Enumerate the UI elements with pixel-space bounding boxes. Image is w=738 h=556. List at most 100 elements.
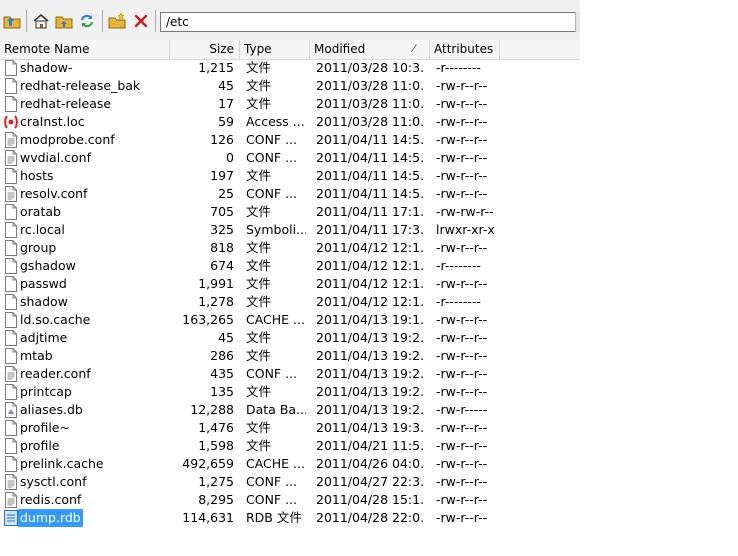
- home-icon[interactable]: [31, 11, 51, 31]
- file-attributes: lrwxr-xr-x: [436, 222, 495, 237]
- file-attributes: -rw-r--r--: [436, 330, 488, 345]
- conf-file-icon: [4, 132, 18, 148]
- delete-icon[interactable]: [131, 11, 151, 31]
- column-remote-name[interactable]: Remote Name: [0, 40, 170, 59]
- file-row[interactable]: shadow- 1,215 文件 2011/03/28 10:3... -r------…: [0, 59, 580, 77]
- rdb-file-icon: [4, 510, 18, 526]
- file-type: Symboli...: [246, 222, 306, 237]
- file-name: profile: [20, 438, 60, 453]
- file-modified: 2011/04/12 12:1...: [316, 240, 424, 255]
- file-type: 文件: [246, 330, 272, 345]
- file-attributes: -r--------: [436, 60, 481, 75]
- file-attributes: -r--------: [436, 294, 481, 309]
- file-type: 文件: [246, 420, 272, 435]
- new-folder-icon[interactable]: [107, 11, 127, 31]
- file-name: redis.conf: [20, 492, 82, 507]
- file-size: 114,631: [182, 510, 234, 525]
- file-size: 1,215: [198, 60, 234, 75]
- file-row[interactable]: craInst.loc 59 Access ... 2011/03/28 11:0..…: [0, 113, 580, 131]
- file-modified: 2011/03/28 11:0...: [316, 114, 424, 129]
- file-type: 文件: [246, 258, 272, 273]
- file-modified: 2011/04/12 12:1...: [316, 276, 424, 291]
- folder-up-icon[interactable]: [2, 11, 22, 31]
- file-row[interactable]: printcap 135 文件 2011/04/13 19:2... -rw-r--r-…: [0, 383, 580, 401]
- file-name: shadow: [20, 294, 68, 309]
- file-size: 135: [210, 384, 234, 399]
- file-row[interactable]: aliases.db 12,288 Data Ba... 2011/04/13 19:…: [0, 401, 580, 419]
- file-name: redhat-release: [20, 96, 112, 111]
- file-type: 文件: [246, 78, 272, 93]
- column-attributes[interactable]: Attributes: [430, 40, 500, 59]
- file-row[interactable]: gshadow 674 文件 2011/04/12 12:1... -r--------: [0, 257, 580, 275]
- file-attributes: -rw-r--r--: [436, 438, 488, 453]
- file-type: CONF ...: [246, 186, 298, 201]
- file-row[interactable]: resolv.conf 25 CONF ... 2011/04/11 14:5... -…: [0, 185, 580, 203]
- file-name: sysctl.conf: [20, 474, 87, 489]
- file-size: 435: [210, 366, 234, 381]
- file-row[interactable]: redhat-release_bak 45 文件 2011/03/28 11:0...…: [0, 77, 580, 95]
- file-name: profile~: [20, 420, 70, 435]
- file-modified: 2011/03/28 11:0...: [316, 78, 424, 93]
- file-size: 674: [210, 258, 234, 273]
- file-row[interactable]: shadow 1,278 文件 2011/04/12 12:1... -r-------…: [0, 293, 580, 311]
- file-modified: 2011/04/28 22:0...: [316, 510, 424, 525]
- file-icon: [4, 96, 18, 112]
- path-dropdown-button[interactable]: [575, 12, 580, 32]
- file-name: mtab: [20, 348, 53, 363]
- file-row[interactable]: oratab 705 文件 2011/04/11 17:1... -rw-rw-r--: [0, 203, 580, 221]
- file-row[interactable]: modprobe.conf 126 CONF ... 2011/04/11 14:5.…: [0, 131, 580, 149]
- file-type: CACHE ...: [246, 456, 305, 471]
- file-row[interactable]: passwd 1,991 文件 2011/04/12 12:1... -rw-r--r-…: [0, 275, 580, 293]
- file-row[interactable]: group 818 文件 2011/04/12 12:1... -rw-r--r--: [0, 239, 580, 257]
- file-attributes: -rw-r--r--: [436, 420, 488, 435]
- conf-file-icon: [4, 366, 18, 382]
- file-size: 818: [210, 240, 234, 255]
- file-size: 59: [218, 114, 234, 129]
- file-modified: 2011/04/11 17:3...: [316, 222, 424, 237]
- file-type: CONF ...: [246, 492, 298, 507]
- column-size[interactable]: Size: [170, 40, 240, 59]
- file-icon: [4, 348, 18, 364]
- file-size: 126: [210, 132, 234, 147]
- file-row[interactable]: profile 1,598 文件 2011/04/21 11:5... -rw-r--r…: [0, 437, 580, 455]
- column-modified[interactable]: Modified: [310, 40, 430, 59]
- file-type: CACHE ...: [246, 312, 305, 327]
- file-size: 705: [210, 204, 234, 219]
- file-attributes: -rw-rw-r--: [436, 204, 494, 219]
- file-modified: 2011/04/12 12:1...: [316, 294, 424, 309]
- file-row[interactable]: profile~ 1,476 文件 2011/04/13 19:3... -rw-r--…: [0, 419, 580, 437]
- file-name: oratab: [20, 204, 61, 219]
- file-name: aliases.db: [20, 402, 83, 417]
- file-type: 文件: [246, 204, 272, 219]
- column-header: Remote Name Size Type Modified Attribute…: [0, 40, 580, 60]
- file-row[interactable]: mtab 286 文件 2011/04/13 19:2... -rw-r--r--: [0, 347, 580, 365]
- file-row[interactable]: adjtime 45 文件 2011/04/13 19:2... -rw-r--r--: [0, 329, 580, 347]
- file-row[interactable]: redis.conf 8,295 CONF ... 2011/04/28 15:1..…: [0, 491, 580, 509]
- file-attributes: -rw-r--r--: [436, 456, 488, 471]
- file-name: prelink.cache: [20, 456, 104, 471]
- file-row[interactable]: redhat-release 17 文件 2011/03/28 11:0... -rw-…: [0, 95, 580, 113]
- file-size: 17: [218, 96, 234, 111]
- file-row[interactable]: reader.conf 435 CONF ... 2011/04/13 19:2...…: [0, 365, 580, 383]
- file-row[interactable]: prelink.cache 492,659 CACHE ... 2011/04/26 …: [0, 455, 580, 473]
- file-icon: [4, 330, 18, 346]
- path-input[interactable]: /etc: [160, 12, 576, 32]
- file-row[interactable]: hosts 197 文件 2011/04/11 14:5... -rw-r--r--: [0, 167, 580, 185]
- column-type[interactable]: Type: [240, 40, 310, 59]
- file-row[interactable]: wvdial.conf 0 CONF ... 2011/04/11 14:5... -r…: [0, 149, 580, 167]
- file-attributes: -rw-r--r--: [436, 348, 488, 363]
- file-attributes: -rw-r--r--: [436, 96, 488, 111]
- file-row[interactable]: sysctl.conf 1,275 CONF ... 2011/04/27 22:3.…: [0, 473, 580, 491]
- file-type: 文件: [246, 96, 272, 111]
- file-icon: [4, 258, 18, 274]
- refresh-icon[interactable]: [77, 11, 97, 31]
- parent-folder-icon[interactable]: [54, 11, 74, 31]
- file-size: 325: [210, 222, 234, 237]
- file-row[interactable]: ld.so.cache 163,265 CACHE ... 2011/04/13 19…: [0, 311, 580, 329]
- file-name: gshadow: [20, 258, 76, 273]
- file-modified: 2011/04/26 04:0...: [316, 456, 424, 471]
- file-row[interactable]: dump.rdb 114,631 RDB 文件 2011/04/28 22:0... -…: [0, 509, 580, 527]
- file-type: Data Ba...: [246, 402, 306, 417]
- file-row[interactable]: rc.local 325 Symboli... 2011/04/11 17:3... l…: [0, 221, 580, 239]
- file-modified: 2011/04/13 19:1...: [316, 312, 424, 327]
